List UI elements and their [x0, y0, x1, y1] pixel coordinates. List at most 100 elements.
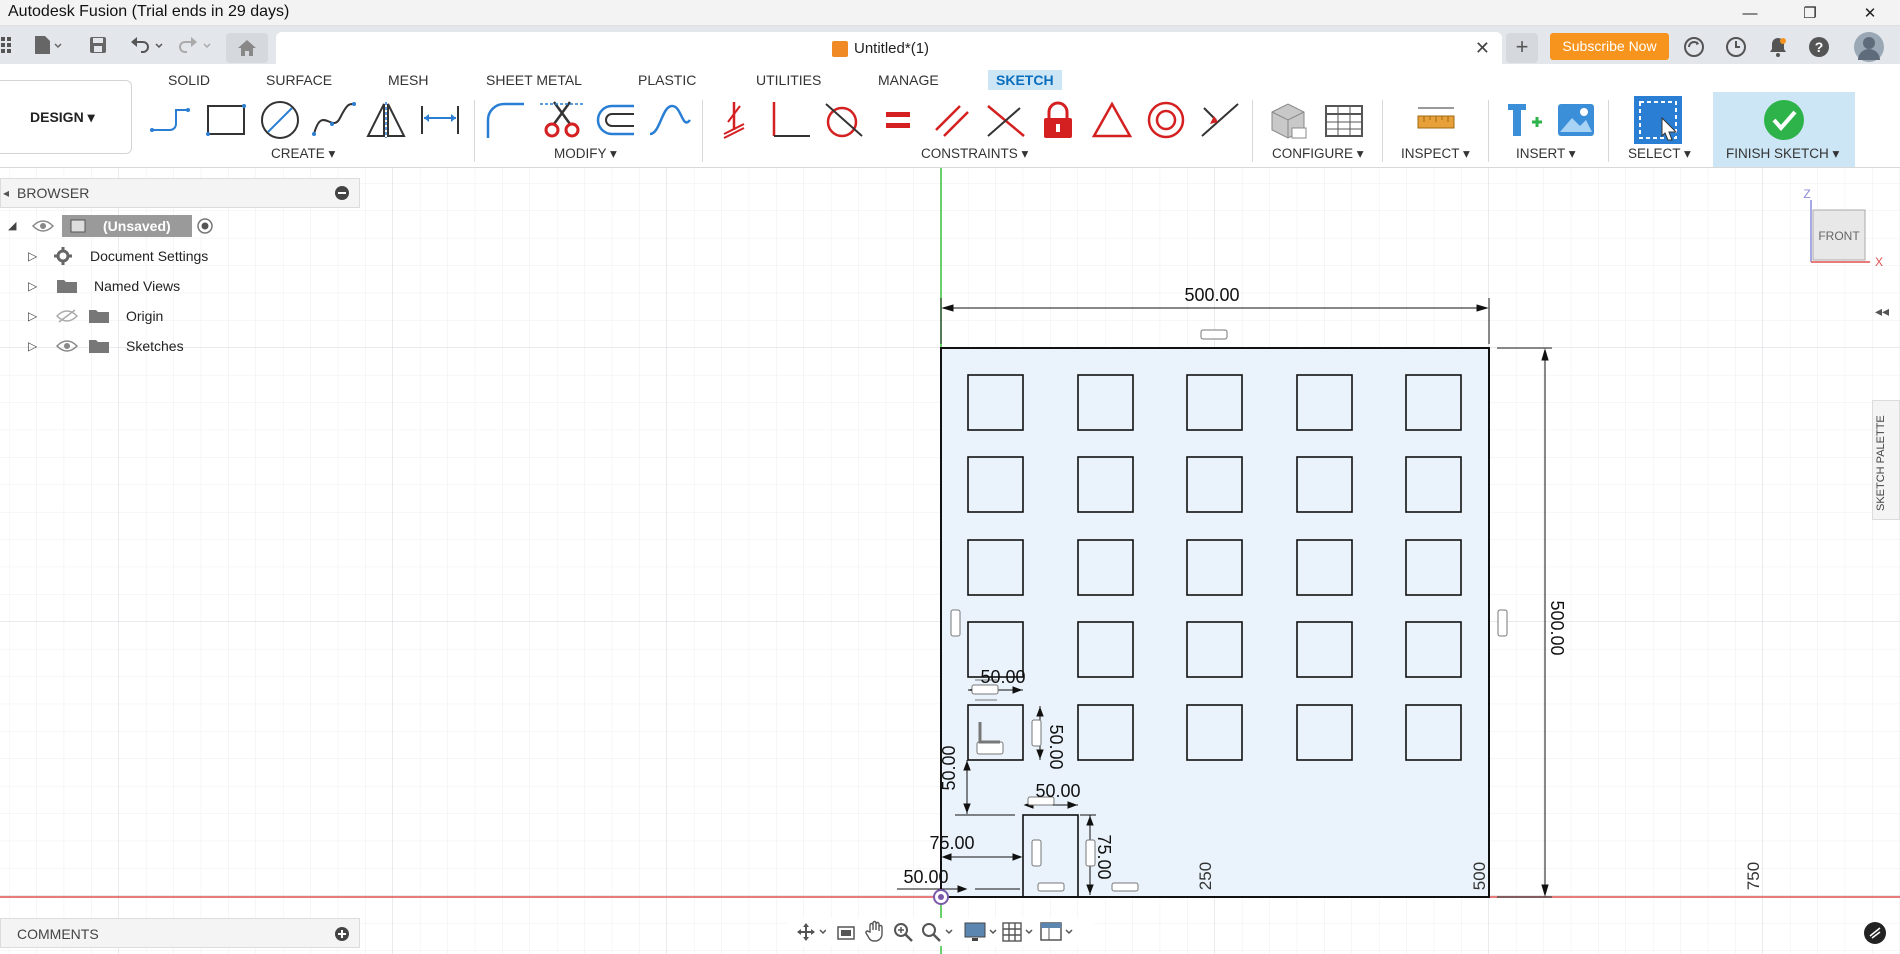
tab-solid[interactable]: SOLID	[160, 70, 218, 90]
browser-item-document-settings[interactable]: ▷ Document Settings	[28, 245, 228, 269]
slot-width-dimension-text[interactable]: 50.00	[1035, 781, 1080, 801]
home-icon[interactable]	[226, 33, 268, 63]
finish-sketch-check-icon[interactable]	[1762, 98, 1806, 142]
document-tab[interactable]: Untitled*(1) ✕	[276, 32, 1502, 66]
sketch-canvas[interactable]: 500.00 500.00 50.00 50.00 50.00 50.00 75…	[0, 168, 1900, 954]
sketch-palette-tab[interactable]: SKETCH PALETTE	[1872, 400, 1900, 520]
slot-height-dimension-text[interactable]: 75.00	[1094, 834, 1114, 879]
help-icon[interactable]: ?	[1806, 34, 1832, 60]
browser-root-row[interactable]: ◢ (Unsaved)	[8, 215, 218, 239]
close-button[interactable]: ✕	[1850, 0, 1890, 26]
pan-hand-icon[interactable]	[864, 920, 886, 947]
undo-icon[interactable]	[128, 34, 166, 56]
grid-snaps-icon[interactable]	[1002, 921, 1036, 948]
browser-item-sketches[interactable]: ▷ Sketches	[28, 335, 228, 359]
configuration-table-icon[interactable]	[1322, 98, 1366, 142]
measure-ruler-icon[interactable]	[1414, 98, 1458, 142]
circle-tool-icon[interactable]	[258, 98, 302, 142]
app-grid-icon[interactable]	[0, 34, 14, 56]
tree-expand-icon[interactable]: ▷	[28, 309, 37, 323]
line-tool-icon[interactable]	[148, 98, 192, 142]
fillet-tool-icon[interactable]	[484, 98, 528, 142]
minimize-button[interactable]: —	[1730, 0, 1770, 26]
browser-collapse-icon[interactable]: ◂	[3, 186, 9, 200]
chat-assistant-icon[interactable]	[1864, 922, 1886, 944]
coincident-constraint-icon[interactable]	[714, 98, 758, 142]
square-width-dimension-text[interactable]: 50.00	[980, 667, 1025, 687]
width-dimension-text[interactable]: 500.00	[1184, 285, 1239, 305]
visibility-eye-icon[interactable]	[55, 338, 79, 357]
add-comment-icon[interactable]	[335, 927, 349, 941]
slot-offset-x-dimension-text[interactable]: 75.00	[929, 833, 974, 853]
tab-manage[interactable]: MANAGE	[870, 70, 947, 90]
extensions-icon[interactable]	[1681, 34, 1707, 60]
insert-menu[interactable]: INSERT ▾	[1516, 146, 1576, 162]
offset-tool-icon[interactable]	[594, 98, 638, 142]
spline-tool-icon[interactable]	[312, 98, 356, 142]
viewports-icon[interactable]	[1040, 921, 1074, 948]
close-tab-icon[interactable]: ✕	[1475, 38, 1490, 59]
collinear-constraint-icon[interactable]	[984, 98, 1028, 142]
midpoint-constraint-icon[interactable]	[1198, 98, 1242, 142]
comments-panel-header[interactable]: COMMENTS	[0, 918, 360, 948]
collapse-palette-icon[interactable]: ◂◂	[1875, 303, 1889, 319]
tab-sketch[interactable]: SKETCH	[988, 70, 1062, 90]
select-tool-icon[interactable]	[1634, 96, 1682, 144]
display-settings-icon[interactable]	[964, 921, 998, 948]
file-menu-icon[interactable]	[32, 34, 64, 56]
activate-radio-icon[interactable]	[196, 217, 214, 238]
new-tab-button[interactable]: +	[1506, 33, 1538, 63]
user-avatar-icon[interactable]	[1854, 32, 1884, 62]
configure-menu[interactable]: CONFIGURE ▾	[1272, 146, 1364, 162]
save-icon[interactable]	[86, 34, 110, 56]
subscribe-button[interactable]: Subscribe Now	[1550, 33, 1669, 60]
browser-minimize-icon[interactable]	[335, 186, 349, 200]
visibility-eye-icon[interactable]	[31, 218, 55, 237]
inspect-menu[interactable]: INSPECT ▾	[1401, 146, 1470, 162]
parameters-box-icon[interactable]	[1266, 98, 1310, 142]
tree-expand-icon[interactable]: ▷	[28, 279, 37, 293]
workspace-switcher[interactable]: DESIGN ▾	[0, 80, 132, 154]
hidden-eye-icon[interactable]	[55, 308, 79, 327]
constraints-menu[interactable]: CONSTRAINTS ▾	[921, 146, 1028, 162]
tab-mesh[interactable]: MESH	[380, 70, 436, 90]
equal-constraint-icon[interactable]	[876, 98, 920, 142]
trim-scissors-icon[interactable]	[540, 98, 584, 142]
look-at-icon[interactable]	[836, 922, 856, 947]
symmetry-triangle-icon[interactable]	[1090, 98, 1134, 142]
conic-curve-icon[interactable]	[648, 98, 692, 142]
parallel-constraint-icon[interactable]	[930, 98, 974, 142]
zoom-icon[interactable]	[892, 921, 914, 948]
perpendicular-constraint-icon[interactable]	[768, 98, 812, 142]
tab-utilities[interactable]: UTILITIES	[748, 70, 829, 90]
square-offset-x-dimension-text[interactable]: 50.00	[903, 867, 948, 887]
insert-mcmaster-icon[interactable]	[1502, 98, 1546, 142]
modify-menu[interactable]: MODIFY ▾	[554, 146, 617, 162]
job-status-icon[interactable]	[1723, 34, 1749, 60]
mirror-tool-icon[interactable]	[364, 98, 408, 142]
redo-icon[interactable]	[176, 34, 214, 56]
height-dimension-text[interactable]: 500.00	[1547, 600, 1567, 655]
select-menu[interactable]: SELECT ▾	[1628, 146, 1691, 162]
tangent-constraint-icon[interactable]	[822, 98, 866, 142]
restore-button[interactable]: ❐	[1790, 0, 1830, 26]
insert-image-icon[interactable]	[1554, 98, 1598, 142]
zoom-window-icon[interactable]	[920, 921, 954, 948]
tab-surface[interactable]: SURFACE	[258, 70, 340, 90]
tab-plastic[interactable]: PLASTIC	[630, 70, 704, 90]
finish-sketch-button[interactable]: FINISH SKETCH ▾	[1726, 146, 1839, 162]
tab-sheet-metal[interactable]: SHEET METAL	[478, 70, 590, 90]
create-menu[interactable]: CREATE ▾	[271, 146, 335, 162]
tree-expand-icon[interactable]: ▷	[28, 249, 37, 263]
browser-item-named-views[interactable]: ▷ Named Views	[28, 275, 228, 299]
orbit-icon[interactable]	[796, 922, 827, 947]
browser-panel-header[interactable]: ◂ BROWSER	[0, 178, 360, 208]
browser-item-origin[interactable]: ▷ Origin	[28, 305, 228, 329]
notifications-icon[interactable]	[1765, 34, 1791, 60]
fix-lock-icon[interactable]	[1036, 98, 1080, 142]
square-offset-y-dimension-text[interactable]: 50.00	[939, 745, 959, 790]
rectangle-tool-icon[interactable]	[204, 98, 248, 142]
dimension-tool-icon[interactable]	[418, 98, 462, 142]
viewcube-front-label[interactable]: FRONT	[1818, 229, 1860, 243]
concentric-constraint-icon[interactable]	[1144, 98, 1188, 142]
